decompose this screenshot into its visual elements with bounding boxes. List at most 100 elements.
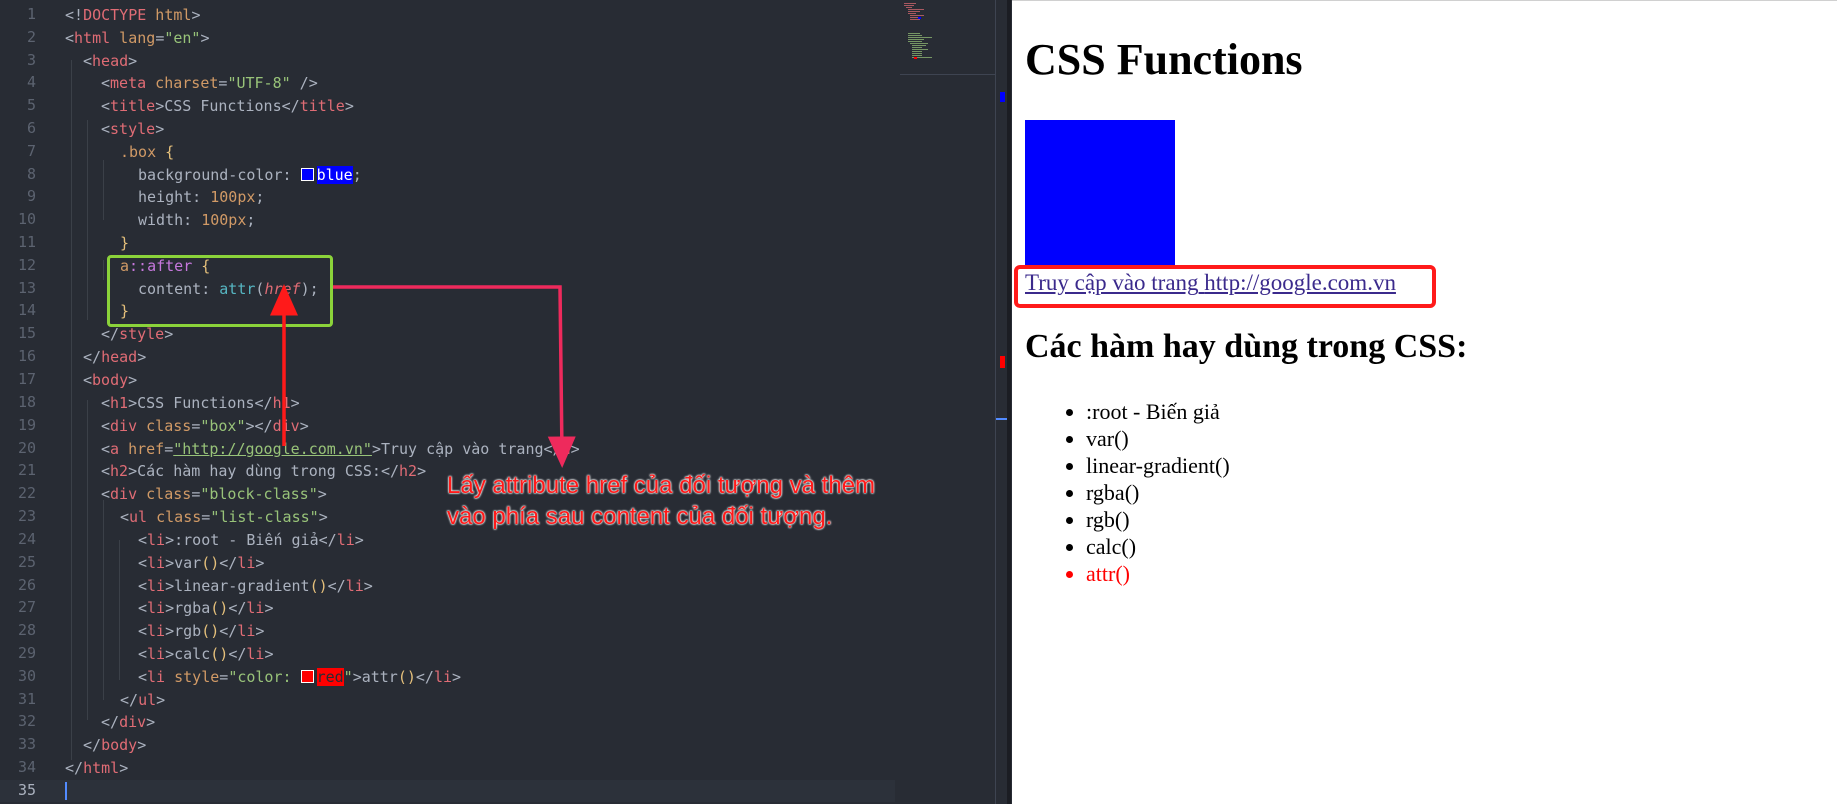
punct: < — [83, 52, 93, 70]
indent-guide — [103, 160, 104, 220]
punct: < — [138, 599, 148, 617]
line-number: 26 — [17, 576, 36, 594]
punct: < — [65, 29, 75, 47]
tag-name: ul — [138, 691, 157, 709]
tag-name: div — [119, 713, 147, 731]
punct: < — [101, 97, 111, 115]
pane-splitter[interactable] — [1007, 0, 1011, 804]
attr-value: "list-class" — [210, 508, 319, 526]
code-line-1[interactable]: <!DOCTYPE html> — [65, 5, 200, 25]
code-line-27[interactable]: <li>rgba()</li> — [138, 598, 273, 618]
line-number: 23 — [17, 507, 36, 525]
code-line-6[interactable]: <style> — [101, 119, 164, 139]
tag-name: li — [147, 668, 166, 686]
preview-heading-h1: CSS Functions — [1025, 35, 1303, 84]
code-line-29[interactable]: <li>calc()</li> — [138, 644, 273, 664]
punct: ; — [246, 211, 256, 229]
preview-heading-h2: Các hàm hay dùng trong CSS: — [1025, 328, 1468, 365]
paren: () — [309, 577, 328, 595]
tag-name: li — [147, 531, 166, 549]
tag-name: head — [92, 52, 129, 70]
minimap-code-icon — [904, 3, 932, 59]
code-line-32[interactable]: </div> — [101, 712, 155, 732]
code-line-3[interactable]: <head> — [83, 51, 137, 71]
tag-name: ul — [129, 508, 148, 526]
code-line-7[interactable]: .box { — [120, 142, 174, 162]
code-line-2[interactable]: <html lang="en"> — [65, 28, 210, 48]
code-line-22[interactable]: <div class="block-class"> — [101, 484, 327, 504]
code-line-34[interactable]: </html> — [65, 758, 128, 778]
code-line-25[interactable]: <li>var()</li> — [138, 553, 264, 573]
tag-name: meta — [110, 74, 147, 92]
code-line-15[interactable]: </style> — [101, 324, 173, 344]
code-line-19[interactable]: <div class="box"></div> — [101, 416, 309, 436]
line-number: 4 — [26, 73, 36, 91]
punct: </ — [83, 348, 102, 366]
code-line-9[interactable]: height: 100px; — [138, 187, 264, 207]
preview-border — [1012, 0, 1837, 1]
code-line-33[interactable]: </body> — [83, 735, 146, 755]
punct: </ — [228, 599, 247, 617]
punct: ; — [352, 166, 362, 184]
code-line-8[interactable]: background-color: blue; — [138, 165, 362, 185]
tag-name: a — [561, 440, 571, 458]
code-line-26[interactable]: <li>linear-gradient()</li> — [138, 576, 373, 596]
punct: < — [138, 577, 148, 595]
list-item: var() — [1086, 425, 1230, 452]
annotation-line-1: Lấy attribute href của đối tượng và thêm — [447, 472, 876, 499]
punct: </ — [65, 759, 84, 777]
text-content: >CSS Functions</ — [128, 394, 273, 412]
punct: </ — [101, 713, 120, 731]
code-line-11[interactable]: } — [120, 233, 129, 253]
code-line-30[interactable]: <li style="color: red">attr()</li> — [138, 667, 461, 687]
punct: > — [191, 6, 201, 24]
tag-name: li — [433, 668, 453, 686]
preview-function-list: :root - Biến giả var() linear-gradient()… — [1062, 398, 1230, 587]
code-area[interactable]: <!DOCTYPE html> <html lang="en"> <head> … — [65, 0, 895, 804]
tag-name: h2 — [110, 462, 129, 480]
code-line-20[interactable]: <a href="http://google.com.vn">Truy cập … — [101, 439, 580, 459]
line-number: 15 — [17, 324, 36, 342]
annotation-highlight-green-box — [107, 255, 333, 327]
punct: > — [146, 713, 156, 731]
attr-name: charset — [146, 74, 219, 92]
code-line-31[interactable]: </ul> — [120, 690, 165, 710]
tag-name: body — [92, 371, 129, 389]
tag-name: title — [299, 97, 345, 115]
indent-guide — [71, 60, 72, 760]
punct: = — [219, 668, 229, 686]
browser-preview-pane[interactable]: CSS Functions Truy cập vào trang http://… — [1012, 0, 1837, 804]
tag-name: h1 — [110, 394, 129, 412]
code-line-17[interactable]: <body> — [83, 370, 137, 390]
punct: </ — [219, 554, 238, 572]
code-line-4[interactable]: <meta charset="UTF-8" /> — [101, 73, 318, 93]
line-number-gutter: 1 2 3 4 5 6 7 8 9 10 11 12 13 14 15 16 17 18 19 20 21 22 23 24 2… — [0, 0, 52, 804]
paren: () — [201, 622, 220, 640]
attr-value: "box" — [200, 417, 246, 435]
punct: > — [200, 29, 210, 47]
code-line-18[interactable]: <h1>CSS Functions</h1> — [101, 393, 300, 413]
code-line-23[interactable]: <ul class="list-class"> — [120, 507, 328, 527]
tag-name: style — [110, 120, 156, 138]
tag-name: li — [246, 599, 265, 617]
code-line-5[interactable]: <title>CSS Functions</title> — [101, 96, 354, 116]
indent-guide — [87, 400, 88, 720]
punct: <! — [65, 6, 84, 24]
annotation-caption: Lấy attribute href của đối tượng và thêm… — [447, 470, 875, 532]
code-line-28[interactable]: <li>rgb()</li> — [138, 621, 264, 641]
code-line-10[interactable]: width: 100px; — [138, 210, 255, 230]
punct: > — [452, 668, 462, 686]
line-number: 9 — [26, 187, 36, 205]
tag-name: li — [345, 577, 364, 595]
color-swatch-icon — [300, 168, 314, 181]
minimap[interactable] — [900, 0, 1000, 80]
punct: </ — [83, 736, 102, 754]
line-number: 33 — [17, 735, 36, 753]
text-content: >calc — [165, 645, 211, 663]
code-line-16[interactable]: </head> — [83, 347, 146, 367]
code-line-24[interactable]: <li>:root - Biến giả</li> — [138, 530, 364, 550]
line-number: 7 — [26, 142, 36, 160]
code-line-21[interactable]: <h2>Các hàm hay dùng trong CSS:</h2> — [101, 461, 426, 481]
css-value: blue — [316, 166, 353, 184]
code-editor[interactable]: 1 2 3 4 5 6 7 8 9 10 11 12 13 14 15 16 17 18 19 20 21 22 23 24 2… — [0, 0, 1011, 804]
